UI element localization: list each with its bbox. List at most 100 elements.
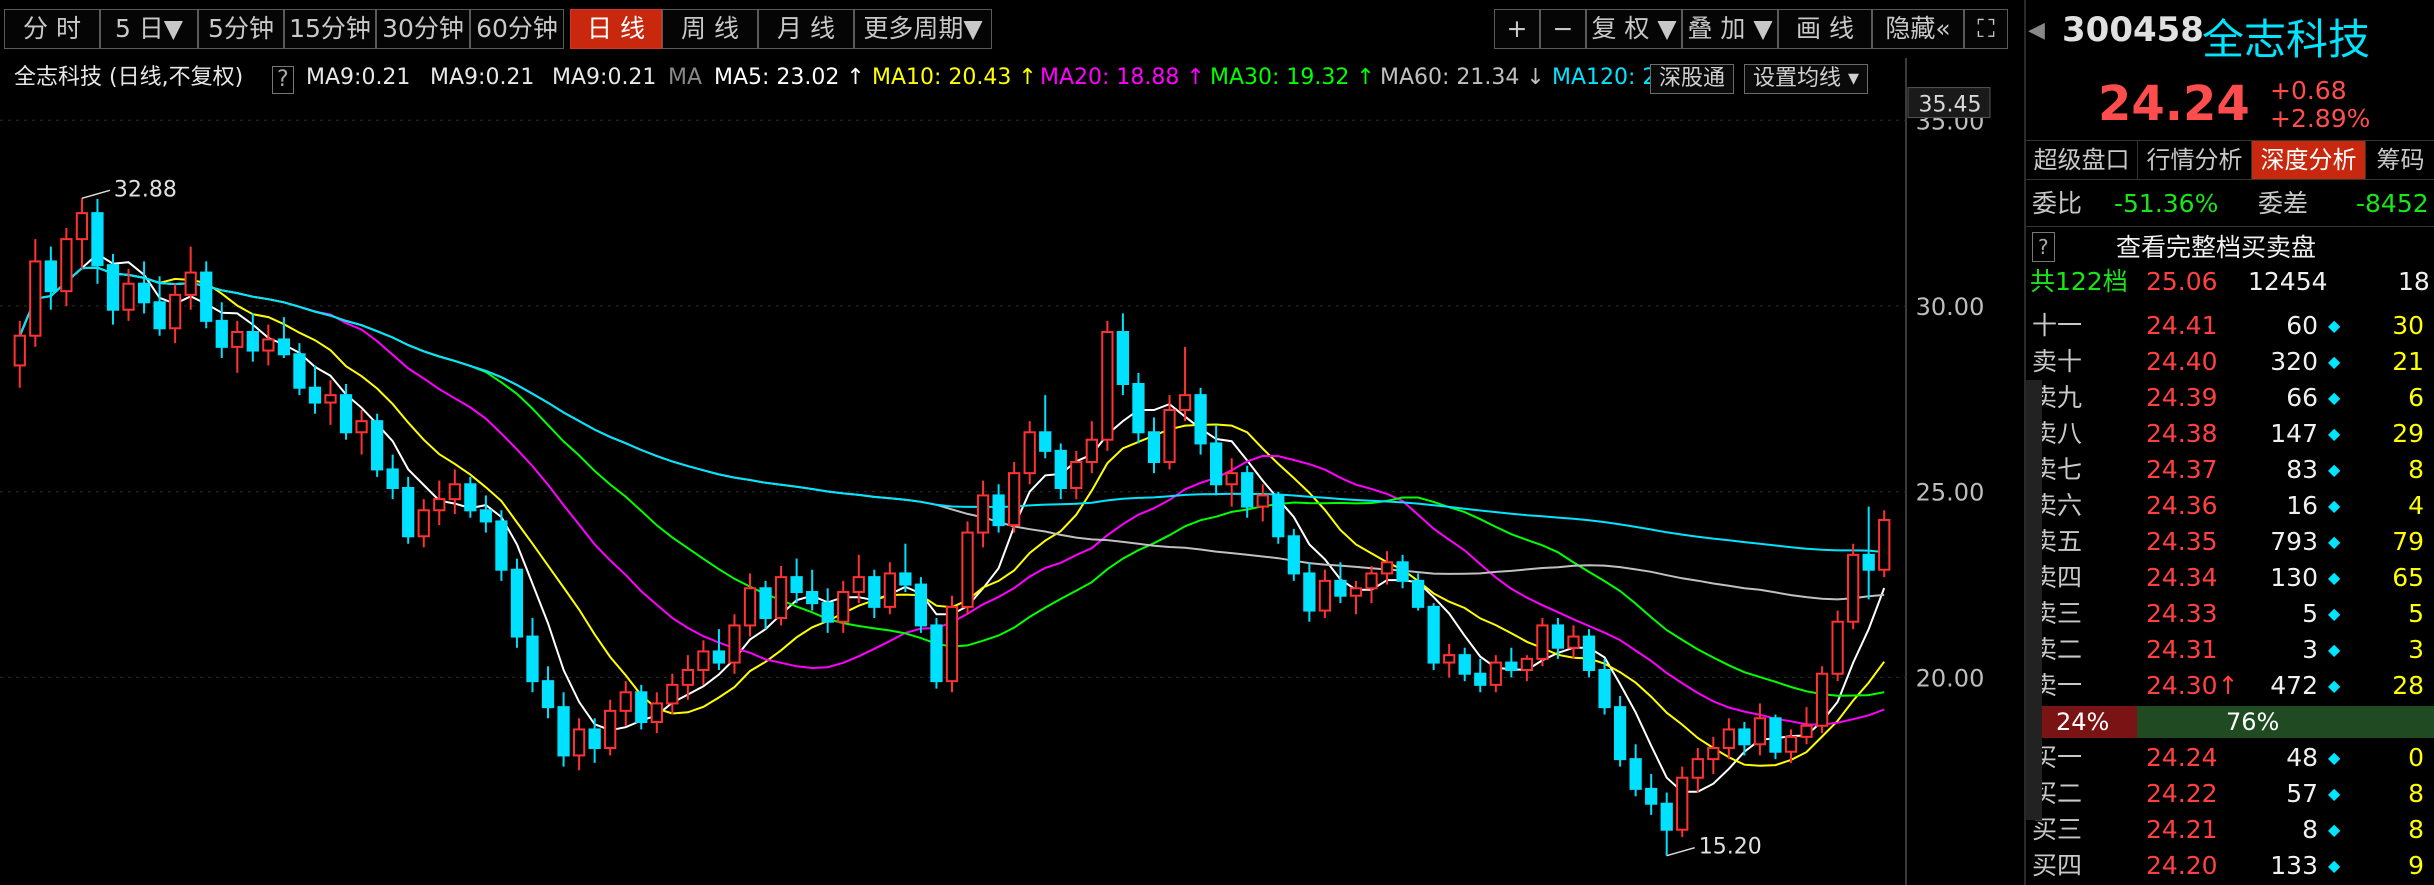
candle-body [262,338,275,352]
ask-count: 65 [2392,563,2424,592]
bid-marker-icon: ◆ [2328,856,2341,875]
candle-body [930,624,943,683]
ask-row[interactable]: 十一 24.41 60 ◆ 30 [2026,308,2434,344]
tab-deep-analysis[interactable]: 深度分析 [2252,141,2366,179]
hide-panel-button[interactable]: 隐藏« [1872,9,1964,49]
adjust-rights-button[interactable]: 复 权 ▼ [1586,9,1682,49]
kline-chart[interactable]: 35.0030.0025.0020.0035.45 32.8815.20 [0,58,2016,885]
bid-row[interactable]: 买二 24.22 57 ◆ 8 [2026,776,2434,812]
ask-row[interactable]: 卖七 24.37 83 ◆ 8 [2026,452,2434,488]
ask-row[interactable]: 卖二 24.31 3 ◆ 3 [2026,632,2434,668]
candle [137,261,151,314]
ask-volume: 83 [2286,455,2318,484]
period-btn-60min[interactable]: 60分钟 [470,9,564,49]
bid-row[interactable]: 买四 24.20 133 ◆ 9 [2026,848,2434,884]
high-label: 32.88 [114,177,177,202]
tab-super-book[interactable]: 超级盘口 [2026,141,2138,179]
candle-body [91,212,104,267]
candle [1722,718,1735,760]
candle-body [464,483,477,512]
candle [930,618,943,689]
candle-body [821,602,834,623]
ask-row[interactable]: 卖五 24.35 793 ◆ 79 [2026,524,2434,560]
candle-body [1023,431,1036,475]
candle [60,228,73,306]
bid-volume: 57 [2286,779,2318,808]
candle [868,569,881,618]
candle-body [184,271,197,296]
ask-volume: 320 [2270,347,2318,376]
period-btn-15min[interactable]: 15分钟 [284,9,376,49]
candle-body [1318,579,1332,612]
stock-name: 全志科技 [2202,15,2371,64]
candle-body [246,331,259,352]
candle [914,577,928,633]
candle-body [992,494,1005,527]
candle-body [1116,331,1130,385]
candle [1427,603,1440,670]
candle-body [1334,579,1347,597]
ask-row[interactable]: 卖三 24.33 5 ◆ 5 [2026,596,2434,632]
price-change-pct: +2.89% [2270,104,2371,133]
ask-row[interactable]: 卖九 24.39 66 ◆ 6 [2026,380,2434,416]
candle-body [1147,431,1161,463]
zoom-out-button[interactable]: − [1540,9,1586,49]
candle-body [1070,461,1083,489]
candle-body [386,468,399,489]
bid-marker-icon: ◆ [2328,748,2341,767]
period-btn-30min[interactable]: 30分钟 [376,9,470,49]
period-btn-5min[interactable]: 5分钟 [198,9,284,49]
candle-body [1489,661,1502,686]
ma-settings-button[interactable]: 设置均线 ▾ [1744,64,1869,94]
candle [231,320,244,373]
candle [1707,736,1720,774]
ask-price: 24.36 [2146,491,2218,520]
period-btn-intraday[interactable]: 分 时 [4,9,100,49]
collapse-left-icon[interactable]: ◀ [2028,18,2045,43]
ask-count: 30 [2392,311,2424,340]
candle-body [1505,661,1518,671]
zoom-in-button[interactable]: + [1494,9,1540,49]
candle-body [1862,553,1875,571]
full-book-link[interactable]: 查看完整档买卖盘 [2116,230,2316,266]
ask-volume: 16 [2286,491,2318,520]
tab-chips[interactable]: 筹码 [2366,141,2434,179]
candle [44,246,57,310]
bid-row[interactable]: 买三 24.21 8 ◆ 8 [2026,812,2434,848]
candle [1256,484,1269,522]
period-btn-5day[interactable]: 5 日▼ [100,9,198,49]
period-btn-daily[interactable]: 日 线 [570,9,662,49]
candle-body [1427,605,1440,664]
candle-body [806,591,819,605]
period-btn-more[interactable]: 更多周期▼ [854,9,992,49]
period-btn-weekly[interactable]: 周 线 [662,9,758,49]
candle [635,684,648,730]
help-icon[interactable]: ? [272,66,294,94]
ask-row[interactable]: 卖八 24.38 147 ◆ 29 [2026,416,2434,452]
period-btn-monthly[interactable]: 月 线 [758,9,854,49]
ask-row[interactable]: 卖十 24.40 320 ◆ 21 [2026,344,2434,380]
full-book-row[interactable]: ? 查看完整档买卖盘 [2026,230,2434,266]
bid-volume: 8 [2302,815,2318,844]
ask-count: 79 [2392,527,2424,556]
candle-body [339,394,353,434]
candle-body [1598,669,1611,709]
panel-scrollbar[interactable] [2026,380,2042,820]
tab-market-analysis[interactable]: 行情分析 [2138,141,2252,179]
draw-line-button[interactable]: 画 线 [1778,9,1872,49]
candle [402,476,415,544]
total-volume: 12454 [2248,267,2328,296]
fullscreen-icon[interactable]: ⛶ [1964,9,2008,49]
deep-connect-button[interactable]: 深股通 [1650,64,1735,94]
candle [417,499,430,548]
candle [1178,346,1192,422]
ask-row[interactable]: 卖四 24.34 130 ◆ 65 [2026,560,2434,596]
bid-row[interactable]: 买一 24.24 48 ◆ 0 [2026,740,2434,776]
candle [184,246,197,310]
book-help-icon[interactable]: ? [2032,232,2055,262]
ask-row[interactable]: 卖一 24.30↑ 472 ◆ 28 [2026,668,2434,704]
overlay-button[interactable]: 叠 加 ▼ [1682,9,1778,49]
candle [1676,766,1689,838]
ask-row[interactable]: 卖六 24.36 16 ◆ 4 [2026,488,2434,524]
candle-body [1054,449,1067,490]
